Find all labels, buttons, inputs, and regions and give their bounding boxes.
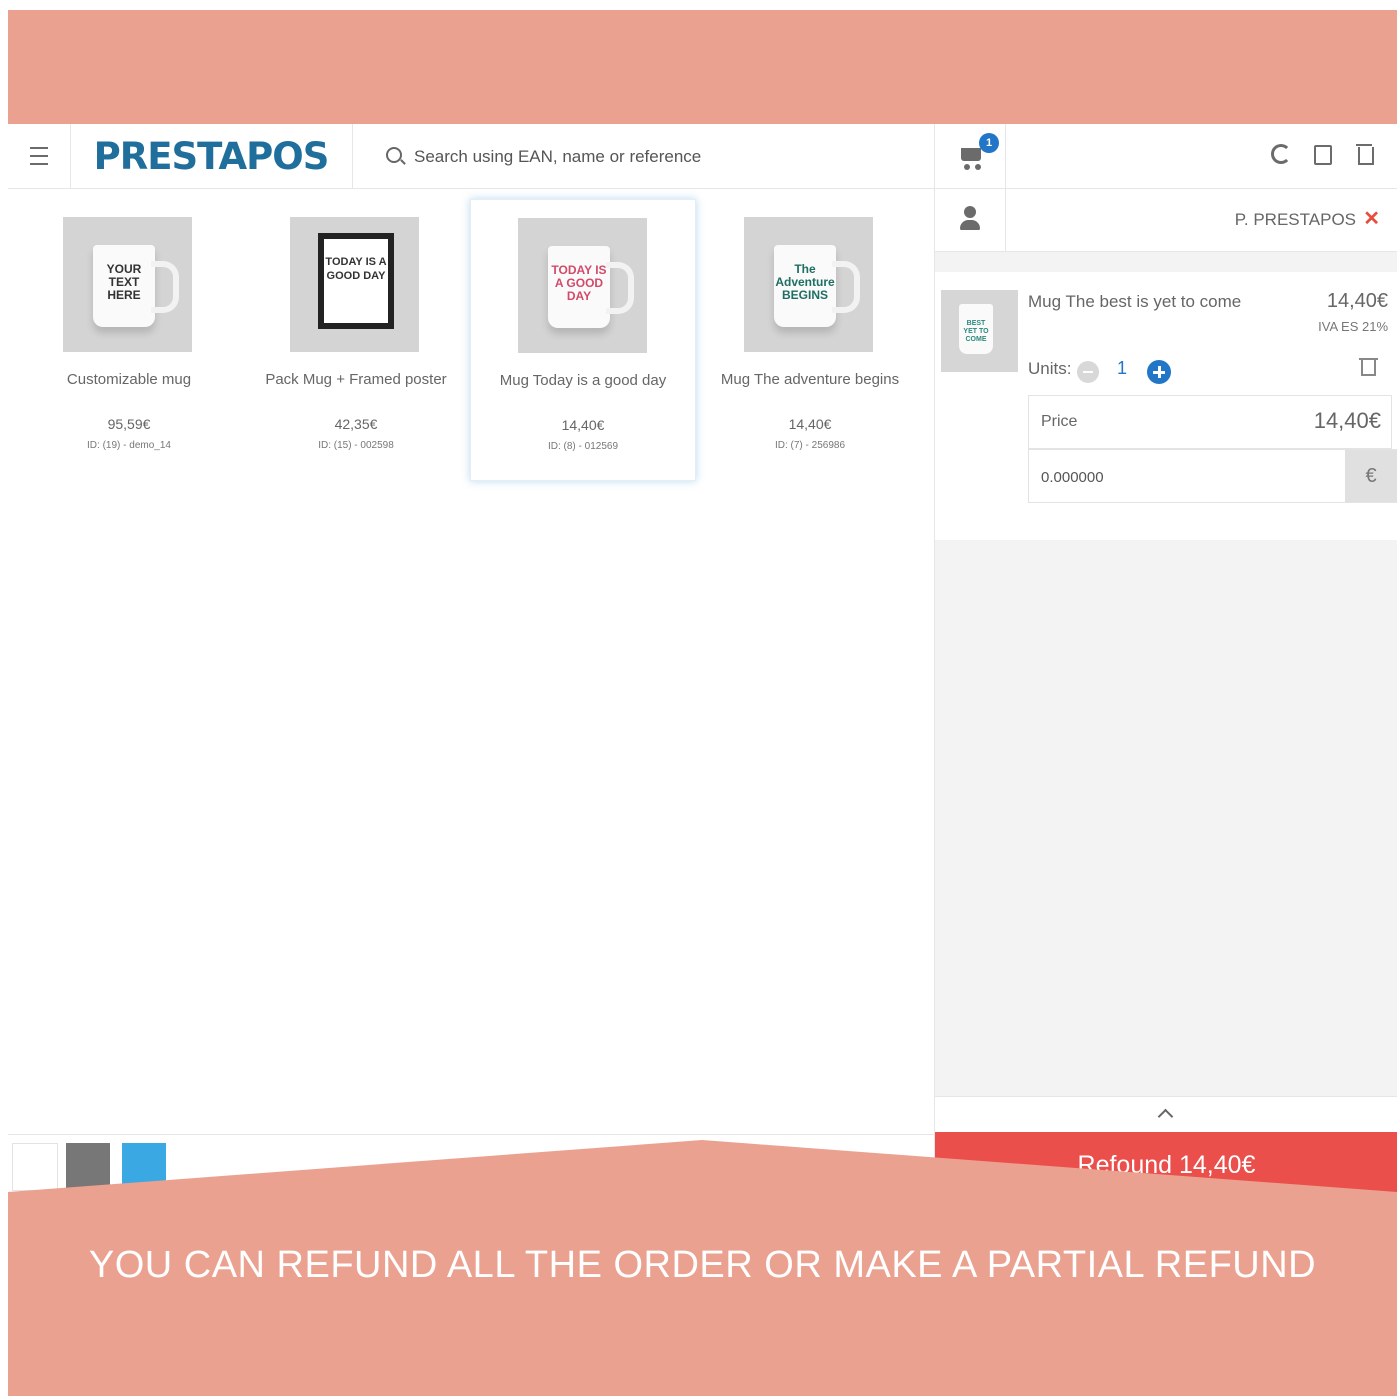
logo: PRESTAPOS: [70, 124, 353, 188]
note-icon[interactable]: [1314, 145, 1332, 165]
cart-header: 1: [935, 124, 1397, 189]
search-icon: [386, 147, 402, 163]
product-id: ID: (19) - demo_14: [87, 440, 171, 451]
product-id: ID: (7) - 256986: [774, 440, 846, 451]
product-name: Mug Today is a good day: [499, 372, 667, 389]
product-image: TODAY IS A GOOD DAY: [518, 218, 647, 353]
banner-caption: YOU CAN REFUND ALL THE ORDER OR MAKE A P…: [88, 1244, 1317, 1286]
remove-customer-icon[interactable]: ✕: [1363, 206, 1380, 231]
product-price: 14,40€: [788, 416, 832, 432]
customer-name: P. PRESTAPOS: [1234, 210, 1356, 229]
search-bar: [352, 124, 934, 188]
product-price: 42,35€: [334, 416, 378, 432]
decrease-quantity-button[interactable]: [1077, 361, 1099, 383]
hamburger-icon: [30, 144, 48, 168]
discount-input[interactable]: [1039, 462, 1333, 492]
product-image: YOUR TEXT HERE: [63, 217, 192, 352]
product-image: TODAY IS A GOOD DAY: [290, 217, 419, 352]
cart-count-badge: 1: [979, 133, 999, 153]
menu-button[interactable]: [8, 124, 71, 188]
bottom-banner: YOU CAN REFUND ALL THE ORDER OR MAKE A P…: [8, 1140, 1397, 1396]
product-price: 14,40€: [561, 417, 605, 433]
product-card-selected[interactable]: TODAY IS A GOOD DAY Mug Today is a good …: [470, 199, 696, 481]
product-card[interactable]: The Adventure BEGINS Mug The adventure b…: [697, 199, 923, 481]
line-product-name: Mug The best is yet to come: [1028, 292, 1242, 311]
price-label: Price: [1041, 413, 1078, 430]
search-input[interactable]: [412, 140, 916, 174]
top-bar: PRESTAPOS: [8, 124, 934, 189]
customer-row: P. PRESTAPOS ✕: [935, 189, 1397, 252]
discount-row: €: [1028, 449, 1397, 503]
price-value: 14,40€: [1313, 408, 1381, 433]
customer-button[interactable]: [935, 189, 1006, 251]
product-card[interactable]: YOUR TEXT HERE Customizable mug 95,59€ I…: [16, 199, 242, 481]
cart-button[interactable]: 1: [935, 124, 1006, 188]
top-banner: [8, 10, 1397, 124]
remove-line-icon[interactable]: [1359, 358, 1378, 376]
product-image: The Adventure BEGINS: [744, 217, 873, 352]
increase-quantity-button[interactable]: [1147, 360, 1171, 384]
units-label: Units:: [1028, 359, 1072, 378]
line-tax: IVA ES 21%: [1318, 319, 1388, 334]
refresh-icon[interactable]: [1271, 144, 1291, 164]
product-name: Pack Mug + Framed poster: [265, 371, 447, 388]
cart-panel: 1 P. PRESTAPOS ✕ BEST YET TO COME Mug Th…: [934, 124, 1397, 1194]
expand-bar: [935, 1096, 1397, 1133]
product-name: Customizable mug: [66, 371, 192, 388]
quantity-value[interactable]: 1: [1117, 358, 1127, 379]
chevron-up-icon[interactable]: [1157, 1108, 1174, 1125]
pos-app: PRESTAPOS YOUR TEXT HERE Customizable mu…: [8, 124, 1397, 1194]
price-row[interactable]: Price 14,40€: [1028, 395, 1392, 449]
product-id: ID: (8) - 012569: [547, 441, 619, 452]
discount-unit-button[interactable]: €: [1345, 450, 1397, 502]
product-card[interactable]: TODAY IS A GOOD DAY Pack Mug + Framed po…: [243, 199, 469, 481]
product-id: ID: (15) - 002598: [318, 440, 394, 451]
product-price: 95,59€: [107, 416, 151, 432]
line-product-image: BEST YET TO COME: [941, 290, 1018, 372]
product-name: Mug The adventure begins: [720, 371, 900, 388]
cart-line: BEST YET TO COME Mug The best is yet to …: [935, 272, 1397, 540]
product-grid: YOUR TEXT HERE Customizable mug 95,59€ I…: [8, 189, 934, 1133]
line-price: 14,40€: [1326, 290, 1388, 312]
